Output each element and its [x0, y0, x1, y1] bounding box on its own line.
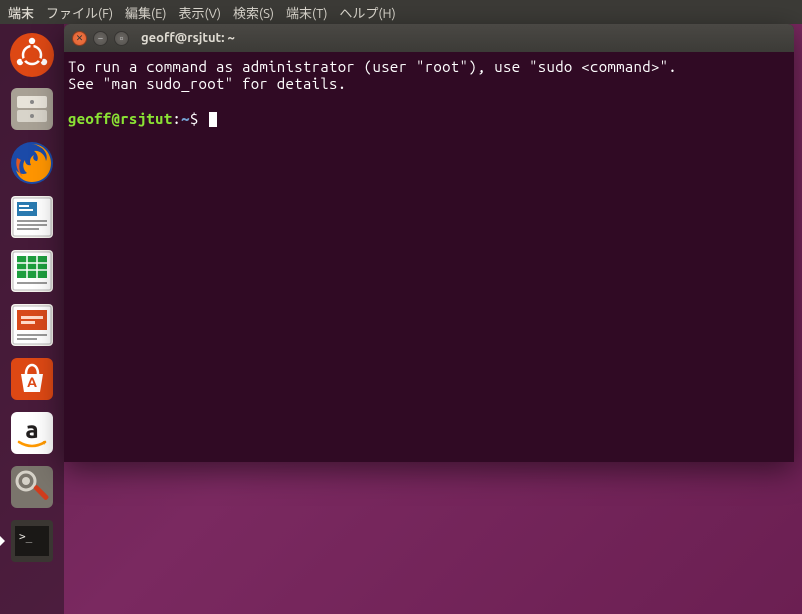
- window-minimize-button[interactable]: –: [93, 31, 108, 46]
- menu-terminal[interactable]: 端末(T): [286, 3, 327, 22]
- menu-file[interactable]: ファイル(F): [46, 3, 113, 22]
- dash-icon[interactable]: [7, 30, 57, 80]
- settings-icon[interactable]: [7, 462, 57, 512]
- terminal-blank-line: [68, 93, 790, 110]
- prompt-user-host: geoff@rsjtut: [68, 110, 172, 127]
- menubar-app-name: 端末: [8, 3, 34, 22]
- terminal-output-line: To run a command as administrator (user …: [68, 58, 790, 75]
- svg-text:>_: >_: [19, 530, 33, 543]
- menu-edit[interactable]: 編集(E): [125, 3, 166, 22]
- svg-text:a: a: [25, 416, 38, 443]
- files-icon[interactable]: [7, 84, 57, 134]
- terminal-window: ✕ – ▫ geoff@rsjtut: ~ To run a command a…: [64, 24, 794, 462]
- terminal-prompt-line: geoff@rsjtut:~$: [68, 110, 790, 127]
- writer-icon[interactable]: [7, 192, 57, 242]
- impress-icon[interactable]: [7, 300, 57, 350]
- prompt-path: ~: [181, 110, 190, 127]
- menu-view[interactable]: 表示(V): [179, 3, 221, 22]
- terminal-cursor: [209, 112, 217, 127]
- unity-launcher: A a >_: [0, 24, 64, 614]
- menubar: 端末 ファイル(F) 編集(E) 表示(V) 検索(S) 端末(T) ヘルプ(H…: [0, 0, 802, 24]
- window-titlebar[interactable]: ✕ – ▫ geoff@rsjtut: ~: [64, 24, 794, 52]
- menu-search[interactable]: 検索(S): [233, 3, 274, 22]
- window-maximize-button[interactable]: ▫: [114, 31, 129, 46]
- terminal-body[interactable]: To run a command as administrator (user …: [64, 52, 794, 133]
- firefox-icon[interactable]: [7, 138, 57, 188]
- terminal-output-line: See "man sudo_root" for details.: [68, 75, 790, 92]
- window-close-button[interactable]: ✕: [72, 31, 87, 46]
- svg-text:A: A: [27, 374, 37, 390]
- window-title: geoff@rsjtut: ~: [141, 31, 235, 45]
- software-center-icon[interactable]: A: [7, 354, 57, 404]
- menu-help[interactable]: ヘルプ(H): [339, 3, 395, 22]
- terminal-icon[interactable]: >_: [7, 516, 57, 566]
- prompt-suffix: $: [190, 110, 207, 127]
- calc-icon[interactable]: [7, 246, 57, 296]
- amazon-icon[interactable]: a: [7, 408, 57, 458]
- prompt-separator: :: [172, 110, 181, 127]
